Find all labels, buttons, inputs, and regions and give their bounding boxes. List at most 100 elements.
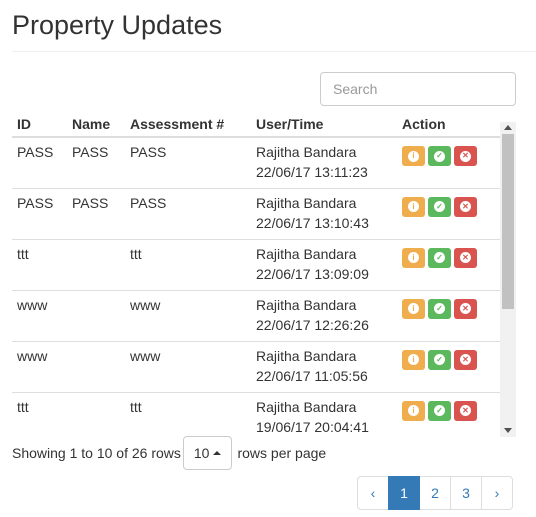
reject-button[interactable]: ✕: [454, 146, 477, 166]
cell-assessment: www: [125, 340, 251, 392]
info-circle-icon: i: [408, 354, 419, 365]
cell-assessment: PASS: [130, 144, 167, 160]
info-circle-icon: i: [408, 150, 419, 162]
cell-user-time: Rajitha Bandara 22/06/17 13:10:43: [251, 187, 397, 239]
scroll-up-arrow-icon[interactable]: [504, 125, 512, 130]
caret-up-icon: [213, 451, 222, 455]
pagination-page-2[interactable]: 2: [419, 476, 451, 510]
showing-text: Showing 1 to 10 of 26 rows: [12, 445, 181, 461]
info-button[interactable]: i: [402, 146, 425, 166]
row-actions: i ✓ ✕: [402, 193, 495, 217]
approve-button[interactable]: ✓: [428, 298, 451, 319]
col-header-name[interactable]: Name: [67, 108, 125, 138]
row-actions: i ✓ ✕: [402, 142, 495, 166]
cell-time: 22/06/17 13:11:23: [256, 164, 368, 180]
times-circle-icon: ✕: [460, 150, 471, 162]
info-button[interactable]: i: [402, 298, 425, 319]
cell-name: PASS: [72, 144, 109, 160]
cell-user-time: Rajitha Bandara 22/06/17 12:26:26: [251, 289, 397, 341]
cell-action: i ✓ ✕: [397, 238, 500, 290]
times-circle-icon: ✕: [460, 405, 471, 416]
check-circle-icon: ✓: [434, 303, 445, 314]
cell-action: i ✓ ✕: [397, 391, 500, 437]
table-row: PASS PASS PASS Rajitha Bandara 22/06/17 13:1…: [12, 137, 500, 188]
approve-button[interactable]: ✓: [428, 349, 451, 370]
cell-assessment: www: [125, 289, 251, 341]
approve-button[interactable]: ✓: [428, 400, 451, 421]
pagination-prev[interactable]: ‹: [357, 476, 389, 510]
table-scrollbar[interactable]: [500, 122, 516, 437]
check-circle-icon: ✓: [434, 201, 445, 212]
pagination: ‹ 1 2 3 ›: [357, 476, 513, 510]
cell-user-time: Rajitha Bandara 22/06/17 11:05:56: [251, 340, 397, 392]
cell-name: [67, 340, 125, 392]
table-row: ttt ttt Rajitha Bandara 22/06/17 13:09:09 i ✓…: [12, 238, 500, 290]
cell-user-time: Rajitha Bandara 19/06/17 20:04:41: [251, 391, 397, 437]
col-header-assessment[interactable]: Assessment #: [125, 108, 251, 138]
cell-time: 22/06/17 13:10:43: [256, 214, 369, 231]
cell-user: Rajitha Bandara: [256, 144, 357, 160]
scroll-thumb[interactable]: [502, 134, 514, 309]
reject-button[interactable]: ✕: [454, 298, 477, 319]
col-header-user-time[interactable]: User/Time: [251, 108, 397, 138]
times-circle-icon: ✕: [460, 252, 471, 263]
pagination-page-3[interactable]: 3: [450, 476, 482, 510]
approve-button[interactable]: ✓: [428, 146, 451, 166]
table-header-row: ID Name Assessment # User/Time Action: [12, 108, 500, 138]
cell-user: Rajitha Bandara: [256, 296, 357, 313]
cell-assessment: ttt: [125, 238, 251, 290]
pagination-page-1[interactable]: 1: [388, 476, 420, 510]
cell-name: PASS: [67, 187, 125, 239]
row-actions: i ✓ ✕: [402, 244, 495, 268]
cell-action: i ✓ ✕: [397, 289, 500, 341]
cell-name: [67, 391, 125, 437]
cell-id: www: [12, 289, 67, 341]
approve-button[interactable]: ✓: [428, 196, 451, 217]
cell-action: i ✓ ✕: [397, 187, 500, 239]
cell-id: ttt: [12, 391, 67, 437]
info-circle-icon: i: [408, 252, 419, 263]
check-circle-icon: ✓: [434, 354, 445, 365]
cell-time: 22/06/17 13:09:09: [256, 265, 369, 282]
table-row: www www Rajitha Bandara 22/06/17 12:26:26 i ✓…: [12, 289, 500, 341]
check-circle-icon: ✓: [434, 150, 445, 162]
scroll-down-arrow-icon[interactable]: [504, 428, 512, 433]
cell-id: PASS: [17, 144, 54, 160]
reject-button[interactable]: ✕: [454, 196, 477, 217]
cell-time: 22/06/17 11:05:56: [256, 367, 368, 384]
cell-name: [67, 238, 125, 290]
check-circle-icon: ✓: [434, 405, 445, 416]
cell-time: 22/06/17 12:26:26: [256, 316, 369, 333]
reject-button[interactable]: ✕: [454, 247, 477, 268]
cell-user-time: Rajitha Bandara 22/06/17 13:11:23: [251, 137, 397, 188]
times-circle-icon: ✕: [460, 201, 471, 212]
info-circle-icon: i: [408, 201, 419, 212]
search-input[interactable]: [320, 72, 516, 106]
cell-time: 19/06/17 20:04:41: [256, 418, 369, 435]
reject-button[interactable]: ✕: [454, 349, 477, 370]
info-button[interactable]: i: [402, 400, 425, 421]
cell-name: [67, 289, 125, 341]
page-size-dropdown[interactable]: 10: [182, 436, 233, 470]
row-actions: i ✓ ✕: [402, 397, 495, 421]
cell-id: ttt: [12, 238, 67, 290]
cell-assessment: ttt: [125, 391, 251, 437]
info-button[interactable]: i: [402, 196, 425, 217]
updates-table: ID Name Assessment # User/Time Action PA…: [12, 108, 500, 437]
pagination-next[interactable]: ›: [481, 476, 513, 510]
info-circle-icon: i: [408, 405, 419, 416]
approve-button[interactable]: ✓: [428, 247, 451, 268]
cell-user: Rajitha Bandara: [256, 347, 357, 364]
pagination-info: Showing 1 to 10 of 26 rows 10 rows per p…: [12, 436, 326, 470]
info-button[interactable]: i: [402, 247, 425, 268]
cell-assessment: PASS: [125, 187, 251, 239]
row-actions: i ✓ ✕: [402, 346, 495, 370]
reject-button[interactable]: ✕: [454, 400, 477, 421]
cell-id: PASS: [12, 187, 67, 239]
cell-action: i ✓ ✕: [397, 137, 500, 188]
cell-user-time: Rajitha Bandara 22/06/17 13:09:09: [251, 238, 397, 290]
col-header-action: Action: [397, 108, 500, 138]
cell-action: i ✓ ✕: [397, 340, 500, 392]
col-header-id[interactable]: ID: [12, 108, 67, 138]
info-button[interactable]: i: [402, 349, 425, 370]
